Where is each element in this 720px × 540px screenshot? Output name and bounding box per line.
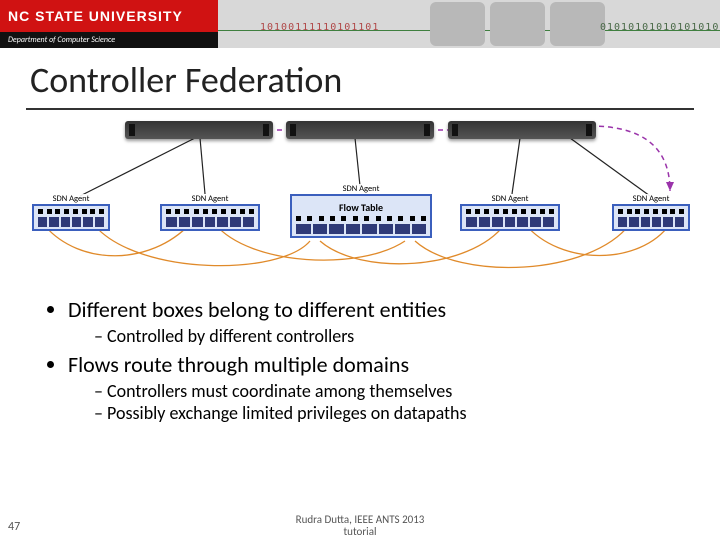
sdn-agent-label: SDN Agent xyxy=(460,194,560,204)
controller-box xyxy=(125,121,273,139)
sdn-switch: SDN Agent xyxy=(32,194,110,231)
bullet-2-sub-1: Controllers must coordinate among themse… xyxy=(94,380,684,402)
wolf-graphic xyxy=(490,2,545,46)
sdn-agent-label: SDN Agent xyxy=(160,194,260,204)
sdn-switch: SDN Agent xyxy=(612,194,690,231)
slide-title: Controller Federation xyxy=(0,48,720,108)
sdn-agent-label: SDN Agent xyxy=(290,184,432,194)
bullet-2-sub-2: Possibly exchange limited privileges on … xyxy=(94,402,684,424)
footer-citation: Rudra Dutta, IEEE ANTS 2013 tutorial xyxy=(0,514,720,540)
department-bar: Department of Computer Science xyxy=(0,32,218,48)
bullet-2: Flows route through multiple domains Con… xyxy=(68,351,684,424)
binary-decor-left: 10100111110101101 xyxy=(260,22,379,33)
wolf-graphic xyxy=(550,2,605,46)
controller-box xyxy=(448,121,596,139)
sdn-agent-label: SDN Agent xyxy=(612,194,690,204)
header-banner: NC STATE UNIVERSITY Department of Comput… xyxy=(0,0,720,48)
bullet-1: Different boxes belong to different enti… xyxy=(68,296,684,347)
university-logo: NC STATE UNIVERSITY xyxy=(0,0,218,32)
bullet-1-sub-1: Controlled by different controllers xyxy=(94,325,684,347)
diagram-area: SDN Agent SDN Agent SDN Agent Flow Table… xyxy=(0,116,720,296)
sdn-switch: SDN Agent xyxy=(160,194,260,231)
slide-body: Different boxes belong to different enti… xyxy=(0,296,720,424)
sdn-switch-center: SDN Agent Flow Table xyxy=(290,184,432,238)
flow-table-label: Flow Table xyxy=(296,201,426,214)
sdn-switch: SDN Agent xyxy=(460,194,560,231)
sdn-agent-label: SDN Agent xyxy=(32,194,110,204)
controller-box xyxy=(286,121,434,139)
binary-decor-right: 01010101010101010 xyxy=(600,22,719,33)
title-underline xyxy=(26,108,694,110)
wolf-graphic xyxy=(430,2,485,46)
